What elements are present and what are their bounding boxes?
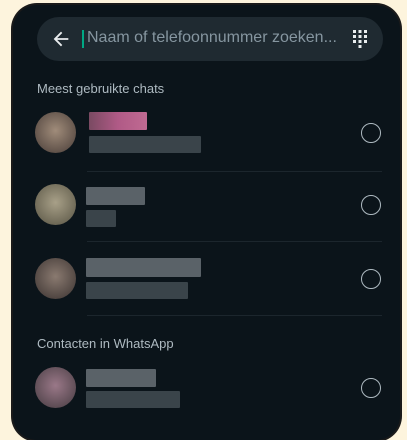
avatar: [35, 367, 76, 408]
search-input[interactable]: Naam of telefoonnummer zoeken...: [87, 29, 337, 47]
contact-status-blurred: [86, 391, 180, 408]
contact-name-blurred: [86, 258, 201, 277]
divider: [87, 241, 382, 242]
screen: Naam of telefoonnummer zoeken... Meest g…: [13, 5, 400, 440]
search-bar[interactable]: Naam of telefoonnummer zoeken...: [37, 17, 383, 61]
contact-status-blurred: [86, 210, 116, 227]
section-header-contacts: Contacten in WhatsApp: [37, 336, 174, 351]
select-radio[interactable]: [361, 195, 381, 215]
contact-status-blurred: [89, 136, 201, 153]
contact-row[interactable]: [13, 352, 400, 424]
contact-name-blurred: [86, 187, 145, 205]
select-radio[interactable]: [361, 123, 381, 143]
contact-name-blurred: [86, 369, 156, 387]
section-header-frequent: Meest gebruikte chats: [37, 81, 165, 96]
chat-row[interactable]: [13, 243, 400, 315]
chat-row[interactable]: [13, 169, 400, 241]
select-radio[interactable]: [361, 378, 381, 398]
avatar: [35, 258, 76, 299]
text-caret: [82, 30, 84, 48]
divider: [87, 315, 382, 316]
dialpad-icon[interactable]: [351, 29, 369, 49]
contact-name-blurred: [89, 112, 147, 130]
back-arrow-icon[interactable]: [50, 28, 72, 50]
avatar: [35, 112, 76, 153]
contact-status-blurred: [86, 282, 188, 299]
select-radio[interactable]: [361, 269, 381, 289]
avatar: [35, 184, 76, 225]
chat-row[interactable]: [13, 97, 400, 169]
